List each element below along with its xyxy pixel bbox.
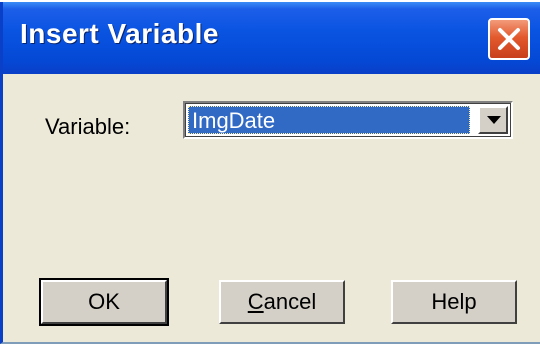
- cancel-button-label: ancel: [263, 289, 317, 314]
- cancel-mnemonic: C: [247, 289, 264, 314]
- dropdown-button[interactable]: [478, 106, 508, 134]
- cancel-button[interactable]: Cancel: [219, 280, 345, 324]
- close-icon: [498, 28, 520, 50]
- help-button-label: Help: [431, 289, 477, 314]
- variable-select-value[interactable]: ImgDate: [188, 106, 470, 134]
- variable-label: Variable:: [45, 114, 131, 139]
- close-button[interactable]: [488, 18, 530, 60]
- ok-button[interactable]: OK: [39, 278, 169, 326]
- help-button[interactable]: Help: [391, 280, 517, 324]
- chevron-down-icon: [487, 116, 501, 124]
- dialog-title: Insert Variable: [20, 18, 219, 49]
- variable-select[interactable]: ImgDate: [183, 101, 513, 139]
- title-bar[interactable]: Insert Variable: [3, 2, 540, 74]
- insert-variable-dialog: Insert Variable Variable: ImgDate OK Can…: [0, 2, 540, 344]
- ok-button-label: OK: [88, 289, 120, 314]
